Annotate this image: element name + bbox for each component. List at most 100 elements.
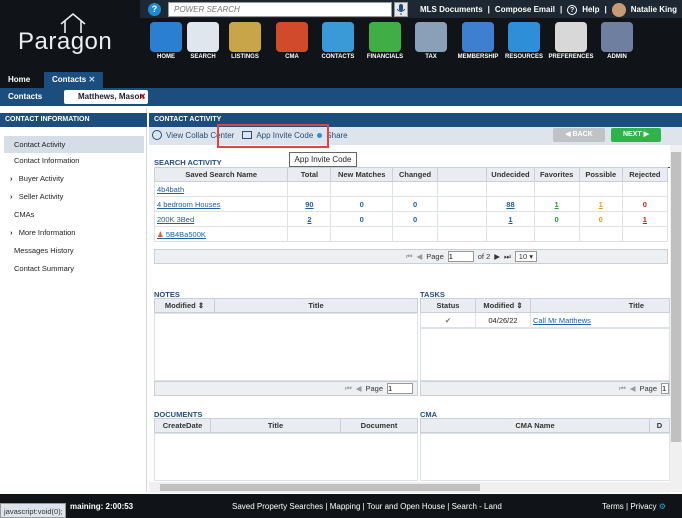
search-name-link[interactable]: 4b4bath bbox=[153, 181, 289, 197]
page-size-select[interactable]: 10 ▾ bbox=[514, 251, 537, 262]
nav-listings[interactable]: LISTINGS bbox=[222, 22, 268, 66]
next-page-icon[interactable]: ▶ bbox=[494, 252, 500, 261]
page-input[interactable] bbox=[387, 383, 413, 394]
help-icon[interactable]: ? bbox=[567, 4, 578, 15]
tab-home[interactable]: Home bbox=[0, 72, 38, 88]
nav-financials[interactable]: FINANCIALS bbox=[362, 22, 408, 66]
first-page-icon[interactable]: ⏮ bbox=[345, 384, 352, 394]
col-changed[interactable]: Changed bbox=[391, 167, 439, 182]
mls-documents-link[interactable]: MLS Documents bbox=[420, 5, 483, 14]
microphone-icon[interactable] bbox=[394, 2, 408, 17]
task-title-link[interactable]: Call Mr Matthews bbox=[530, 312, 670, 328]
last-page-icon[interactable]: ⏭ bbox=[504, 252, 511, 262]
back-button[interactable]: ◀ BACK bbox=[553, 128, 605, 142]
horizontal-scroll-thumb[interactable] bbox=[160, 484, 480, 491]
col-modified[interactable]: Modified ⇕ bbox=[475, 298, 531, 313]
cell bbox=[578, 226, 623, 242]
nav-admin[interactable]: ADMIN bbox=[594, 22, 640, 66]
tour-open-house-link[interactable]: Tour and Open House bbox=[367, 502, 445, 511]
col-document[interactable]: Document bbox=[340, 418, 418, 433]
terms-link[interactable]: Terms bbox=[602, 502, 624, 511]
col-rejected[interactable]: Rejected bbox=[621, 167, 669, 182]
undecided-link[interactable]: 1 bbox=[486, 211, 535, 227]
notes-pager: ⏮ ◀ Page bbox=[154, 381, 418, 396]
sidebar-item-more-information[interactable]: › More Information bbox=[0, 225, 147, 240]
nav-label: TAX bbox=[425, 54, 437, 60]
privacy-link[interactable]: Privacy bbox=[630, 502, 656, 511]
col-new-matches[interactable]: New Matches bbox=[330, 167, 393, 182]
col-title[interactable]: Title bbox=[530, 298, 670, 313]
search-land-link[interactable]: Search - Land bbox=[452, 502, 502, 511]
col-saved-search-name[interactable]: Saved Search Name bbox=[153, 167, 289, 182]
prev-page-icon[interactable]: ◀ bbox=[356, 384, 362, 393]
url-preview: javascript:void(0); bbox=[0, 503, 66, 518]
col-title[interactable]: Title bbox=[210, 418, 341, 433]
favorites-link[interactable]: 1 bbox=[533, 196, 580, 212]
col-createdate[interactable]: CreateDate bbox=[154, 418, 211, 433]
first-page-icon[interactable]: ⏮ bbox=[406, 252, 413, 262]
nav-preferences[interactable]: PREFERENCES bbox=[548, 22, 594, 66]
avatar[interactable] bbox=[611, 2, 626, 17]
help-link[interactable]: Help bbox=[582, 5, 599, 14]
prev-page-icon[interactable]: ◀ bbox=[630, 384, 636, 393]
sidebar-item-buyer-activity[interactable]: › Buyer Activity bbox=[0, 171, 147, 186]
sidebar-item-messages-history[interactable]: Messages History bbox=[0, 243, 147, 258]
nav-tax[interactable]: TAX bbox=[408, 22, 454, 66]
table-row: 4b4bath bbox=[153, 181, 669, 197]
col-date[interactable]: D bbox=[649, 418, 670, 433]
search-name-link[interactable]: 200K 3Bed bbox=[153, 211, 289, 227]
first-page-icon[interactable]: ⏮ bbox=[619, 384, 626, 394]
tab-contacts[interactable]: Contacts ✕ bbox=[44, 72, 104, 88]
nav-resources[interactable]: RESOURCES bbox=[501, 22, 547, 66]
possible-link[interactable]: 1 bbox=[578, 196, 623, 212]
power-search-input[interactable] bbox=[169, 3, 391, 16]
nav-contacts[interactable]: CONTACTS bbox=[315, 22, 361, 66]
total-link[interactable]: 90 bbox=[287, 196, 332, 212]
nav-search[interactable]: SEARCH bbox=[180, 22, 226, 66]
nav-cma[interactable]: CMA bbox=[269, 22, 315, 66]
col-favorites[interactable]: Favorites bbox=[533, 167, 580, 182]
col-status[interactable]: Status bbox=[420, 298, 476, 313]
close-icon[interactable]: ✕ bbox=[139, 90, 146, 104]
sidebar-item-contact-summary[interactable]: Contact Summary bbox=[0, 261, 147, 276]
col-modified[interactable]: Modified ⇕ bbox=[154, 298, 215, 313]
search-help-icon[interactable]: ? bbox=[148, 3, 161, 16]
subnav-section[interactable]: Contacts bbox=[8, 88, 42, 106]
col-cma-name[interactable]: CMA Name bbox=[420, 418, 650, 433]
col-title[interactable]: Title bbox=[214, 298, 418, 313]
total-link[interactable]: 2 bbox=[287, 211, 332, 227]
sidebar-item-contact-activity[interactable]: Contact Activity bbox=[4, 136, 144, 153]
gear-icon[interactable]: ⚙ bbox=[659, 502, 666, 511]
contact-chip[interactable]: Matthews, Mason ✕ bbox=[64, 90, 148, 104]
notes-table: Modified ⇕ Title bbox=[154, 298, 418, 313]
nav-membership[interactable]: MEMBERSHIP bbox=[455, 22, 501, 66]
nav-label: PREFERENCES bbox=[548, 54, 594, 60]
sidebar-item-contact-information[interactable]: Contact Information bbox=[0, 153, 147, 168]
sidebar-item-seller-activity[interactable]: › Seller Activity bbox=[0, 189, 147, 204]
power-search-field[interactable] bbox=[168, 2, 392, 17]
next-button[interactable]: NEXT ▶ bbox=[611, 128, 661, 142]
page-label: Page bbox=[639, 384, 657, 393]
saved-property-searches-link[interactable]: Saved Property Searches bbox=[232, 502, 323, 511]
search-name-link[interactable]: ♟ 5B4Ba500K bbox=[153, 226, 289, 242]
prev-page-icon[interactable]: ◀ bbox=[416, 252, 422, 261]
search-name-text: 5B4Ba500K bbox=[165, 229, 206, 239]
nav-label: SEARCH bbox=[190, 54, 216, 60]
sidebar-item-cmas[interactable]: CMAs bbox=[0, 207, 147, 222]
compose-email-link[interactable]: Compose Email bbox=[495, 5, 555, 14]
cell: 0 bbox=[578, 211, 623, 227]
page-input[interactable] bbox=[661, 383, 669, 394]
close-icon[interactable]: ✕ bbox=[88, 75, 95, 84]
logo[interactable]: Paragon bbox=[0, 0, 140, 70]
col-undecided[interactable]: Undecided bbox=[486, 167, 535, 182]
rejected-link[interactable]: 1 bbox=[621, 211, 669, 227]
page-input[interactable] bbox=[447, 251, 474, 262]
vertical-scroll-thumb[interactable] bbox=[671, 152, 681, 442]
search-name-link[interactable]: 4 bedroom Houses bbox=[153, 196, 289, 212]
mapping-link[interactable]: Mapping bbox=[330, 502, 361, 511]
share-link[interactable]: Share bbox=[326, 131, 347, 140]
col-total[interactable]: Total bbox=[287, 167, 332, 182]
col-possible[interactable]: Possible bbox=[578, 167, 623, 182]
user-name[interactable]: Natalie King bbox=[631, 5, 677, 14]
undecided-link[interactable]: 88 bbox=[486, 196, 535, 212]
